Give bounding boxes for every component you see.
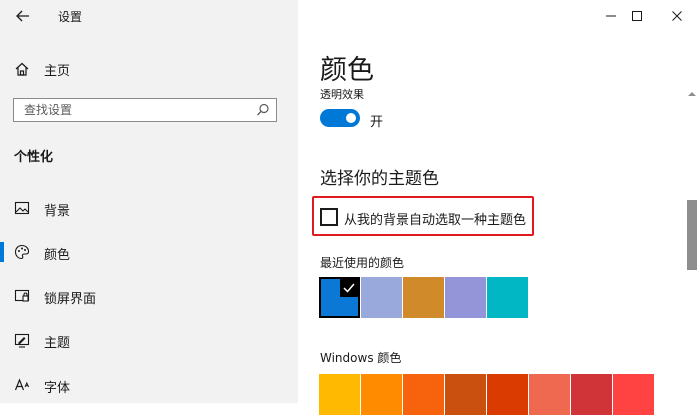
- transparency-label: 透明效果: [320, 88, 364, 101]
- close-icon: [672, 11, 682, 21]
- color-swatch[interactable]: [361, 374, 402, 415]
- sidebar-item-label: 字体: [44, 381, 71, 396]
- accent-heading: 选择你的主题色: [320, 169, 439, 189]
- color-swatch[interactable]: [403, 374, 444, 415]
- color-swatch[interactable]: [445, 277, 486, 318]
- home-label: 主页: [44, 63, 71, 79]
- scrollbar-thumb[interactable]: [687, 200, 697, 270]
- home-icon: [15, 62, 29, 76]
- sidebar-item-label: 背景: [44, 204, 71, 219]
- font-icon: [14, 378, 30, 391]
- color-swatch[interactable]: [445, 374, 486, 415]
- title-bar-left: 设置: [0, 0, 298, 32]
- section-title: 个性化: [14, 150, 54, 165]
- sidebar-item-colors[interactable]: 颜色: [0, 238, 298, 266]
- sidebar-item-fonts[interactable]: 字体: [0, 371, 298, 399]
- color-swatch[interactable]: [529, 374, 570, 415]
- palette-icon: [14, 244, 30, 260]
- sidebar-item-label: 主题: [44, 336, 71, 351]
- maximize-icon: [632, 11, 642, 21]
- sidebar-item-label: 颜色: [44, 248, 71, 263]
- search-input[interactable]: [14, 99, 252, 121]
- color-swatch[interactable]: [571, 374, 612, 415]
- color-swatch[interactable]: [361, 277, 402, 318]
- color-swatch[interactable]: [487, 374, 528, 415]
- color-swatch[interactable]: [319, 277, 360, 318]
- sidebar-item-background[interactable]: 背景: [0, 194, 298, 222]
- windows-colors-label: Windows 颜色: [320, 351, 402, 365]
- scroll-up-arrow-icon[interactable]: [687, 90, 697, 98]
- recent-colors-label: 最近使用的颜色: [320, 256, 405, 270]
- sidebar-item-home[interactable]: 主页: [14, 58, 70, 80]
- transparency-toggle[interactable]: [320, 109, 360, 127]
- content-pane: 颜色 透明效果 开 选择你的主题色 从我的背景自动选取一种主题色 最近使用的颜色…: [298, 0, 700, 415]
- auto-pick-checkbox[interactable]: [320, 208, 338, 226]
- search-icon[interactable]: [255, 102, 271, 118]
- theme-brush-icon: [14, 333, 30, 348]
- page-title: 颜色: [320, 55, 374, 86]
- sidebar-item-themes[interactable]: 主题: [0, 326, 298, 354]
- close-button[interactable]: [654, 0, 700, 32]
- toggle-knob: [346, 113, 356, 123]
- back-button[interactable]: [10, 4, 36, 28]
- selected-check: [340, 279, 358, 297]
- color-swatch[interactable]: [403, 277, 444, 318]
- lock-screen-icon: [14, 289, 30, 302]
- picture-icon: [14, 201, 30, 215]
- toggle-state-label: 开: [370, 115, 384, 130]
- color-swatch[interactable]: [487, 277, 528, 318]
- auto-pick-checkbox-label[interactable]: 从我的背景自动选取一种主题色: [344, 209, 526, 228]
- active-indicator: [0, 242, 4, 262]
- color-swatch[interactable]: [613, 374, 654, 415]
- window-title: 设置: [58, 10, 83, 24]
- color-swatch[interactable]: [319, 374, 360, 415]
- back-arrow-icon: [16, 10, 29, 22]
- sidebar-item-label: 锁屏界面: [44, 292, 97, 307]
- sidebar: 设置 主页 个性化 背景 颜色: [0, 0, 298, 403]
- sidebar-item-lock-screen[interactable]: 锁屏界面: [0, 282, 298, 310]
- checkmark-icon: [343, 283, 355, 293]
- search-box[interactable]: [13, 98, 277, 122]
